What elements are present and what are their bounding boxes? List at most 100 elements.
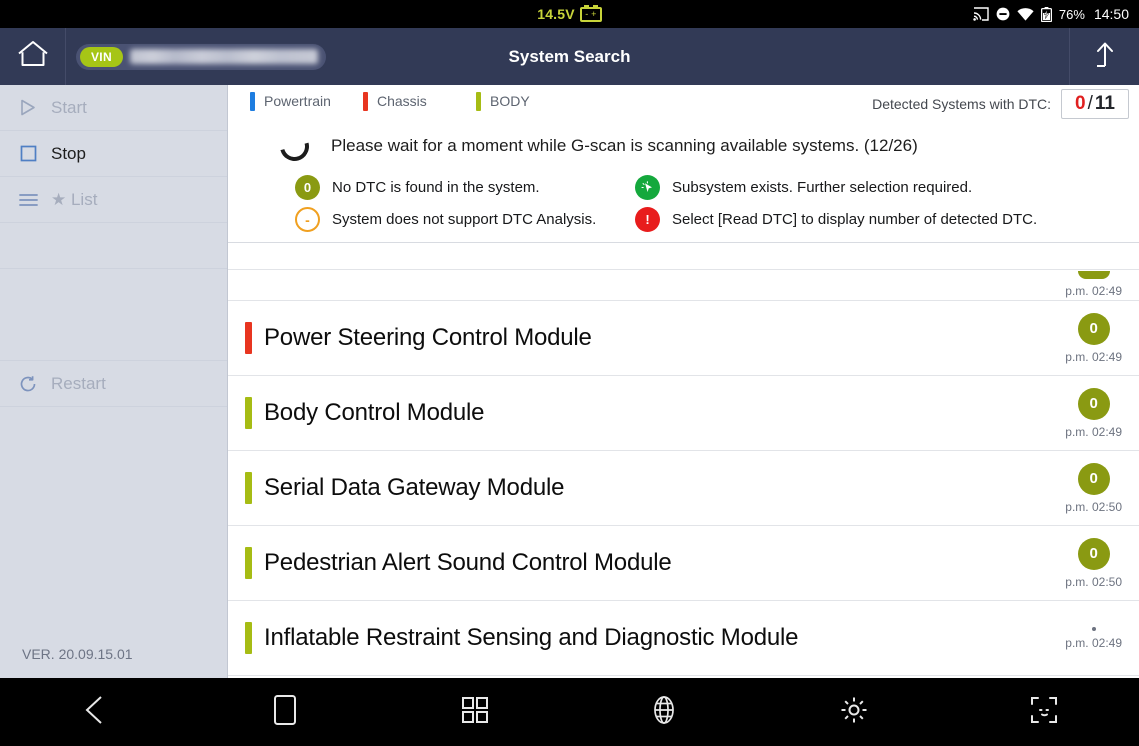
row-status: p.m. 02:49 [1065,270,1122,300]
sidebar-item-list[interactable]: ★ List [0,177,227,223]
legend-text-no-dtc: No DTC is found in the system. [332,179,540,196]
row-timestamp: p.m. 02:49 [1065,284,1122,298]
row-status: 0 p.m. 02:50 [1065,451,1122,525]
battery-charging-icon [1040,6,1052,22]
table-row[interactable]: p.m. 02:49 [228,269,1139,301]
dtc-counter-label: Detected Systems with DTC: [872,96,1052,112]
row-status: 0 p.m. 02:49 [1065,376,1122,450]
tab-label-powertrain: Powertrain [264,93,331,109]
chassis-color-swatch [363,91,368,111]
system-list[interactable]: p.m. 02:49 Power Steering Control Module… [228,269,1139,678]
row-color-bar [245,547,252,579]
legend-item-no-support: - System does not support DTC Analysis. [295,207,635,232]
stop-square-icon [18,145,38,162]
vin-label: VIN [80,46,123,67]
status-legend: 0 No DTC is found in the system. Subsyst… [228,175,1139,243]
scanning-notice: Please wait for a moment while G-scan is… [228,117,1139,175]
sidebar-label-stop: Stop [51,143,86,163]
app-title-bar: VIN System Search [0,28,1139,85]
home-button[interactable] [0,28,66,85]
home-nav-button[interactable] [190,678,380,746]
legend-text-read-dtc: Select [Read DTC] to display number of d… [672,211,1038,228]
table-row[interactable]: Power Steering Control Module 0 p.m. 02:… [228,301,1139,376]
dtc-total-count: 11 [1094,93,1115,114]
dtc-separator: / [1087,93,1093,114]
status-icons-group: 76% 14:50 [973,0,1129,28]
home-rectangle-icon [273,694,297,731]
sidebar-label-start: Start [51,97,87,117]
back-triangle-icon [82,695,108,730]
recents-button[interactable] [380,678,570,746]
do-not-disturb-icon [996,7,1010,21]
sidebar-item-start[interactable]: Start [0,85,227,131]
row-status: 0 p.m. 02:49 [1065,301,1122,375]
exit-button[interactable] [1069,28,1139,85]
list-lines-icon [18,193,38,207]
olive-zero-badge-icon: 0 [295,175,320,200]
table-row[interactable]: Pedestrian Alert Sound Control Module 0 … [228,526,1139,601]
screenshot-button[interactable] [949,678,1139,746]
row-color-bar [245,472,252,504]
vin-value-redacted [129,49,318,64]
left-sidebar: Start Stop ★ List Restart VER. 20.09.15.… [0,85,228,678]
tab-label-chassis: Chassis [377,93,427,109]
android-status-bar: 14.5V - + 76% 14:50 [0,0,1139,28]
vin-field[interactable]: VIN [76,43,326,70]
restart-arrow-icon [18,375,38,393]
legend-text-subsystem: Subsystem exists. Further selection requ… [672,179,973,196]
row-dtc-badge [1077,271,1110,279]
row-status: p.m. 02:49 [1065,601,1122,675]
tablet-screen: 14.5V - + 76% 14:50 VIN System Search St… [0,0,1139,746]
dtc-counter: Detected Systems with DTC: 0/11 [872,89,1129,119]
row-system-name: Pedestrian Alert Sound Control Module [264,549,672,576]
screen-cast-icon [973,7,989,21]
sidebar-spacer-1 [0,223,227,269]
row-dtc-badge: 0 [1077,537,1110,570]
row-system-name: Body Control Module [264,399,485,426]
browser-button[interactable] [569,678,759,746]
row-timestamp: p.m. 02:49 [1065,424,1122,439]
sidebar-item-stop[interactable]: Stop [0,131,227,177]
row-timestamp: p.m. 02:49 [1065,635,1122,650]
settings-button[interactable] [759,678,949,746]
body-color-swatch [476,91,481,111]
row-dtc-badge: 0 [1077,462,1110,495]
sidebar-spacer-2 [0,269,227,361]
system-category-tabs: Powertrain Chassis BODY Detected Systems… [228,85,1139,119]
car-battery-icon: - + [579,4,602,22]
legend-item-subsystem: Subsystem exists. Further selection requ… [635,175,1139,200]
back-button[interactable] [0,678,190,746]
status-clock: 14:50 [1093,6,1129,22]
battery-percent: 76% [1058,6,1085,22]
row-color-bar [245,322,252,354]
legend-text-no-support: System does not support DTC Analysis. [332,211,597,228]
dtc-detected-count: 0 [1075,93,1086,114]
dtc-counter-value: 0/11 [1061,89,1129,119]
legend-item-read-dtc: ! Select [Read DTC] to display number of… [635,207,1139,232]
tab-body[interactable]: BODY [476,91,589,111]
green-subsystem-icon [635,175,660,200]
up-arrow-exit-icon [1092,39,1118,74]
tab-label-body: BODY [490,93,530,109]
sidebar-label-list: ★ List [51,189,98,209]
sidebar-item-restart[interactable]: Restart [0,361,227,407]
table-row[interactable]: Serial Data Gateway Module 0 p.m. 02:50 [228,451,1139,526]
row-timestamp: p.m. 02:49 [1065,349,1122,364]
voltage-indicator: 14.5V - + [0,0,1139,28]
screenshot-capture-icon [1029,695,1059,730]
main-panel: Powertrain Chassis BODY Detected Systems… [228,85,1139,678]
tab-chassis[interactable]: Chassis [363,91,476,111]
row-color-bar [245,397,252,429]
wifi-icon [1017,7,1034,21]
row-dtc-badge: 0 [1077,312,1110,345]
row-timestamp: p.m. 02:50 [1065,499,1122,514]
home-icon [16,39,50,74]
android-nav-bar [0,678,1139,746]
orange-ring-dash-icon: - [295,207,320,232]
voltage-value: 14.5V [537,6,575,22]
red-exclamation-icon: ! [635,207,660,232]
table-row[interactable]: Body Control Module 0 p.m. 02:49 [228,376,1139,451]
row-dtc-badge: 0 [1077,387,1110,420]
tab-powertrain[interactable]: Powertrain [250,91,363,111]
table-row[interactable]: Inflatable Restraint Sensing and Diagnos… [228,601,1139,676]
